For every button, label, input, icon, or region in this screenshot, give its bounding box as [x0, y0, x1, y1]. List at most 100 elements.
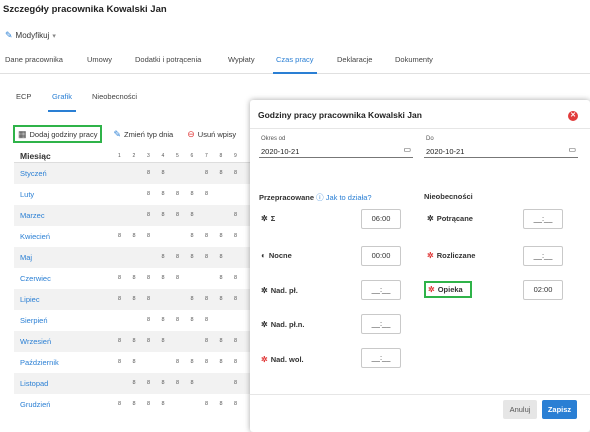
day-cell[interactable]	[191, 170, 206, 176]
day-cell[interactable]: 8	[118, 359, 133, 365]
day-cell[interactable]: 8	[220, 275, 235, 281]
day-cell[interactable]: 8	[133, 338, 148, 344]
day-cell[interactable]	[220, 317, 235, 323]
day-cell[interactable]: 8	[147, 212, 162, 218]
day-cell[interactable]: 8	[147, 296, 162, 302]
month-link[interactable]: Maj	[14, 253, 114, 262]
overtime-input[interactable]: __:__	[361, 280, 401, 300]
settled-input[interactable]: __:__	[523, 246, 563, 266]
day-cell[interactable]	[234, 254, 249, 260]
care-hours-input[interactable]: 02:00	[523, 280, 563, 300]
sum-hours-input[interactable]: 06:00	[361, 209, 401, 229]
day-cell[interactable]: 8	[205, 296, 220, 302]
month-link[interactable]: Grudzień	[14, 400, 114, 409]
day-cell[interactable]: 8	[234, 233, 249, 239]
day-cell[interactable]: 8	[234, 212, 249, 218]
day-cell[interactable]	[147, 359, 162, 365]
month-link[interactable]: Luty	[14, 190, 114, 199]
day-cell[interactable]: 8	[220, 359, 235, 365]
day-cell[interactable]	[234, 317, 249, 323]
day-cell[interactable]: 8	[220, 254, 235, 260]
day-cell[interactable]	[162, 359, 177, 365]
tab-czas-pracy[interactable]: Czas pracy	[273, 55, 316, 74]
month-link[interactable]: Styczeń	[14, 169, 114, 178]
day-cell[interactable]: 8	[147, 233, 162, 239]
tab-umowy[interactable]: Umowy	[87, 55, 112, 64]
day-cell[interactable]: 8	[162, 212, 177, 218]
day-cell[interactable]: 8	[176, 254, 191, 260]
add-hours-button[interactable]: ▦ Dodaj godziny pracy	[13, 125, 103, 143]
day-cell[interactable]: 8	[220, 296, 235, 302]
tab-dane-pracownika[interactable]: Dane pracownika	[5, 55, 63, 64]
day-cell[interactable]	[205, 212, 220, 218]
date-from-field[interactable]: Okres od 2020-10-21 ▭	[259, 136, 413, 158]
day-cell[interactable]	[191, 275, 206, 281]
day-cell[interactable]: 8	[191, 212, 206, 218]
day-cell[interactable]	[118, 212, 133, 218]
month-link[interactable]: Październik	[14, 358, 114, 367]
night-hours-input[interactable]: 00:00	[361, 246, 401, 266]
day-cell[interactable]: 8	[176, 275, 191, 281]
day-cell[interactable]	[118, 380, 133, 386]
delete-entries-button[interactable]: ⊖ Usuń wpisy	[184, 125, 239, 143]
day-cell[interactable]: 8	[118, 233, 133, 239]
day-cell[interactable]: 8	[234, 170, 249, 176]
day-cell[interactable]	[176, 401, 191, 407]
day-cell[interactable]: 8	[234, 359, 249, 365]
day-cell[interactable]: 8	[118, 401, 133, 407]
overtime-half-input[interactable]: __:__	[361, 314, 401, 334]
day-cell[interactable]: 8	[147, 338, 162, 344]
day-cell[interactable]: 8	[162, 317, 177, 323]
day-cell[interactable]	[118, 170, 133, 176]
day-cell[interactable]: 8	[234, 401, 249, 407]
tab-ecp[interactable]: ECP	[16, 92, 31, 101]
calendar-icon[interactable]: ▭	[403, 145, 411, 154]
day-cell[interactable]	[234, 191, 249, 197]
day-cell[interactable]: 8	[118, 275, 133, 281]
day-cell[interactable]: 8	[133, 401, 148, 407]
day-cell[interactable]	[176, 233, 191, 239]
day-cell[interactable]: 8	[162, 338, 177, 344]
day-cell[interactable]: 8	[133, 380, 148, 386]
day-cell[interactable]: 8	[234, 296, 249, 302]
tab-deklaracje[interactable]: Deklaracje	[337, 55, 372, 64]
day-cell[interactable]: 8	[162, 191, 177, 197]
day-cell[interactable]	[191, 401, 206, 407]
day-cell[interactable]: 8	[205, 233, 220, 239]
day-cell[interactable]	[118, 191, 133, 197]
tab-grafik[interactable]: Grafik	[47, 92, 77, 112]
day-cell[interactable]: 8	[147, 380, 162, 386]
date-to-field[interactable]: Do 2020-10-21 ▭	[424, 136, 578, 158]
day-cell[interactable]	[133, 191, 148, 197]
tab-dodatki[interactable]: Dodatki i potrącenia	[135, 55, 201, 64]
day-cell[interactable]: 8	[191, 254, 206, 260]
day-cell[interactable]	[133, 254, 148, 260]
day-cell[interactable]: 8	[205, 191, 220, 197]
day-cell[interactable]	[133, 317, 148, 323]
day-cell[interactable]: 8	[162, 275, 177, 281]
calendar-icon[interactable]: ▭	[568, 145, 576, 154]
day-cell[interactable]: 8	[162, 380, 177, 386]
month-link[interactable]: Kwiecień	[14, 232, 114, 241]
day-cell[interactable]	[220, 380, 235, 386]
day-cell[interactable]: 8	[191, 359, 206, 365]
day-cell[interactable]: 8	[118, 296, 133, 302]
change-day-type-button[interactable]: ✎ Zmień typ dnia	[110, 125, 176, 143]
day-cell[interactable]: 8	[162, 401, 177, 407]
day-cell[interactable]	[118, 254, 133, 260]
modify-dropdown[interactable]: ✎ Modyfikuj ▾	[5, 30, 56, 41]
day-cell[interactable]: 8	[176, 191, 191, 197]
day-cell[interactable]: 8	[162, 254, 177, 260]
day-cell[interactable]: 8	[147, 401, 162, 407]
day-cell[interactable]: 8	[191, 317, 206, 323]
day-cell[interactable]: 8	[220, 401, 235, 407]
day-cell[interactable]: 8	[118, 338, 133, 344]
day-cell[interactable]	[205, 275, 220, 281]
day-cell[interactable]	[133, 170, 148, 176]
day-cell[interactable]: 8	[191, 233, 206, 239]
day-cell[interactable]: 8	[176, 317, 191, 323]
day-cell[interactable]	[162, 296, 177, 302]
day-cell[interactable]	[176, 296, 191, 302]
month-link[interactable]: Czerwiec	[14, 274, 114, 283]
day-cell[interactable]: 8	[205, 338, 220, 344]
